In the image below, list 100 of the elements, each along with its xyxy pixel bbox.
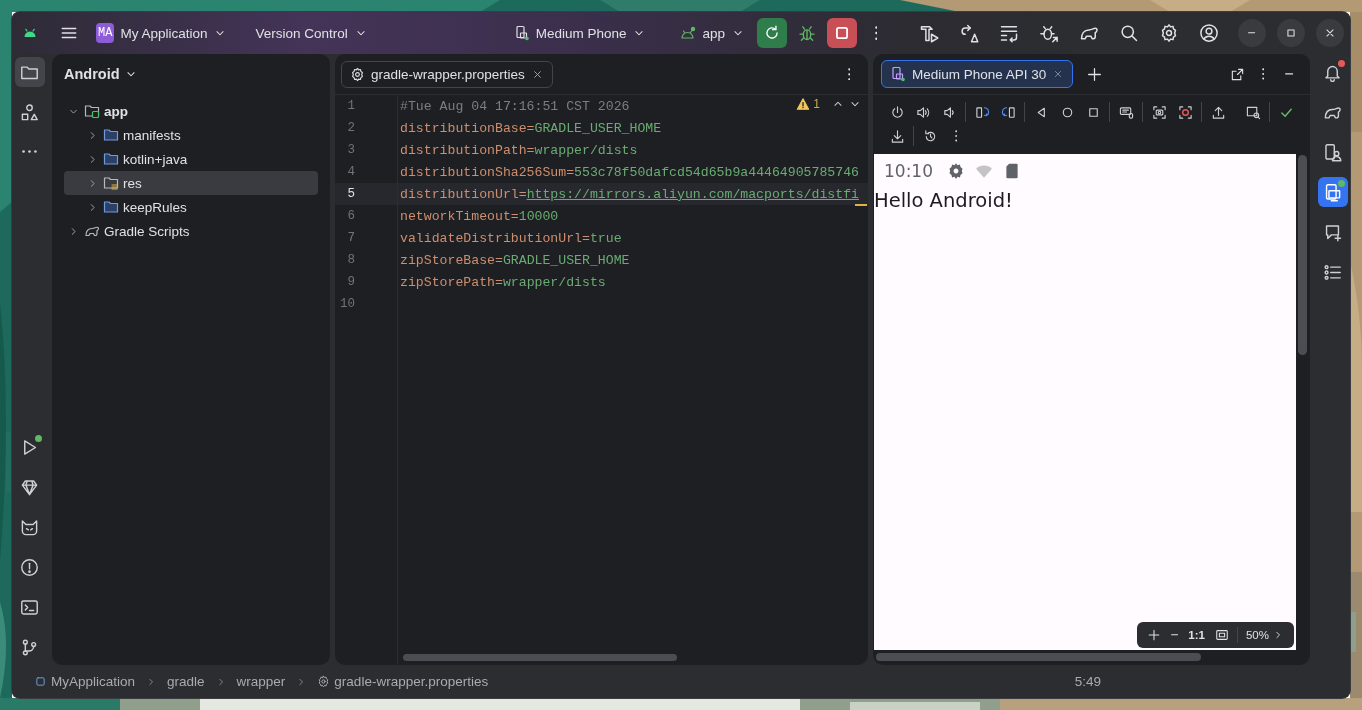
breadcrumb[interactable]: wrapper [236,674,286,689]
keyboard-mouse-icon [1118,104,1134,120]
record-icon [1177,104,1193,120]
volume-down-icon [941,104,957,120]
line-number: 3 [335,139,398,161]
window-search-icon [1245,104,1261,120]
warning-count[interactable]: 1 [813,97,820,111]
line-number: 1 [335,95,398,117]
vertical-scrollbar[interactable] [1298,155,1307,355]
run-config-selector[interactable]: app [674,18,751,48]
list-icon [1323,262,1342,282]
app-text: Hello Android! [874,189,1014,212]
gear-icon [350,66,365,82]
warning-icon [796,97,811,111]
code-line: distributionUrl=https://mirrors.aliyun.com/macports/distfi [399,186,859,202]
minus-icon [1171,634,1179,636]
gear-icon [317,675,331,688]
module-folder-icon [84,103,100,119]
plus-icon [1085,65,1103,83]
status-time: 10:10 [884,161,933,181]
gear-icon [947,162,965,180]
fit-icon [1214,628,1229,642]
minimize-icon [1248,32,1256,34]
sd-card-icon [1003,162,1021,180]
tool-window-button[interactable] [14,57,45,87]
line-number: 9 [335,271,398,293]
stop-button[interactable] [827,18,857,48]
project-badge: MA [96,23,115,43]
more-icon [847,67,851,81]
zoom-level-button[interactable]: 50% [1241,624,1288,646]
reset-icon [922,128,938,144]
plus-icon [1147,628,1162,642]
horizontal-scrollbar[interactable] [876,653,1201,661]
tool-window-button[interactable] [1317,177,1348,207]
volume-up-icon [915,104,931,120]
breadcrumb[interactable]: MyApplication [34,674,136,689]
code-line: distributionBase=GRADLE_USER_HOME [399,120,662,136]
code-line: networkTimeout=10000 [399,208,559,224]
view-selector[interactable]: Android [64,62,318,86]
curved-arrow-icon [959,23,979,43]
stop-icon [833,24,851,42]
code-line: distributionSha256Sum=553c78f50dafcd54d65b9a44464905785746 [399,164,859,180]
close-icon [1323,26,1337,40]
folder-icon [103,127,119,143]
code-link[interactable]: https://mirrors.aliyun.com/macports/distfi [526,186,859,202]
screens-icon [1323,182,1342,202]
tree-item[interactable]: Gradle Scripts [64,219,318,243]
rerun-button[interactable] [757,18,787,48]
bug-icon [798,24,816,42]
close-button[interactable] [1316,19,1344,47]
tree-item[interactable]: res [64,171,318,195]
device-tab[interactable]: Medium Phone API 30 [881,60,1074,88]
line-number: 2 [335,117,398,139]
download-icon [889,128,905,144]
code-line: zipStorePath=wrapper/dists [399,274,606,290]
power-icon [889,104,905,120]
line-number: 5 [335,183,398,205]
line-number: 10 [335,293,398,315]
device-screen[interactable]: 10:10 Hello Android! 1:1 50% [874,154,1296,650]
folder-icon [103,199,119,215]
breadcrumb[interactable]: gradle-wrapper.properties [317,674,489,689]
maximize-button[interactable] [1277,19,1305,47]
more-icon [874,25,878,41]
cursor-position[interactable]: 5:49 [1074,674,1101,689]
chat-plus-icon [1323,222,1342,242]
code-line: validateDistributionUrl=true [399,230,622,246]
upload-icon [1210,104,1226,120]
lines-arrow-icon [999,23,1019,43]
alert-icon [20,557,39,577]
tree-item[interactable]: keepRules [64,195,318,219]
tree-item[interactable]: app [64,99,318,123]
phone-icon [513,25,530,41]
tree-item[interactable]: manifests [64,123,318,147]
tree-item[interactable]: kotlin+java [64,147,318,171]
settings-icon [1159,23,1179,43]
file-tab[interactable]: gradle-wrapper.properties [341,60,553,88]
actual-size-button[interactable]: 1:1 [1184,624,1209,646]
more-icon [954,130,958,142]
device-selector[interactable]: Medium Phone [507,18,653,48]
minimize-icon [1284,73,1294,75]
line-number: 8 [335,249,398,271]
horizontal-scrollbar[interactable] [403,654,677,661]
line-number: 6 [335,205,398,227]
more-icon [1261,68,1265,80]
code-line: distributionPath=wrapper/dists [399,142,638,158]
screenshot-icon [1151,104,1167,120]
bug-arrow-icon [1039,23,1059,43]
phone-person-icon [1323,142,1342,162]
vcs-menu[interactable]: Version Control [249,18,374,48]
cat-icon [20,517,39,537]
resource-folder-icon [103,175,119,191]
project-selector[interactable]: MA My Application [90,18,234,48]
line-number: 7 [335,227,398,249]
more-icon [22,150,37,154]
rotate-left-icon [974,104,990,120]
rotate-right-icon [1000,104,1016,120]
module-icon [34,675,47,688]
hammer-play-icon [919,23,939,43]
phone-icon [890,66,906,82]
breadcrumb[interactable]: gradle [167,674,205,689]
